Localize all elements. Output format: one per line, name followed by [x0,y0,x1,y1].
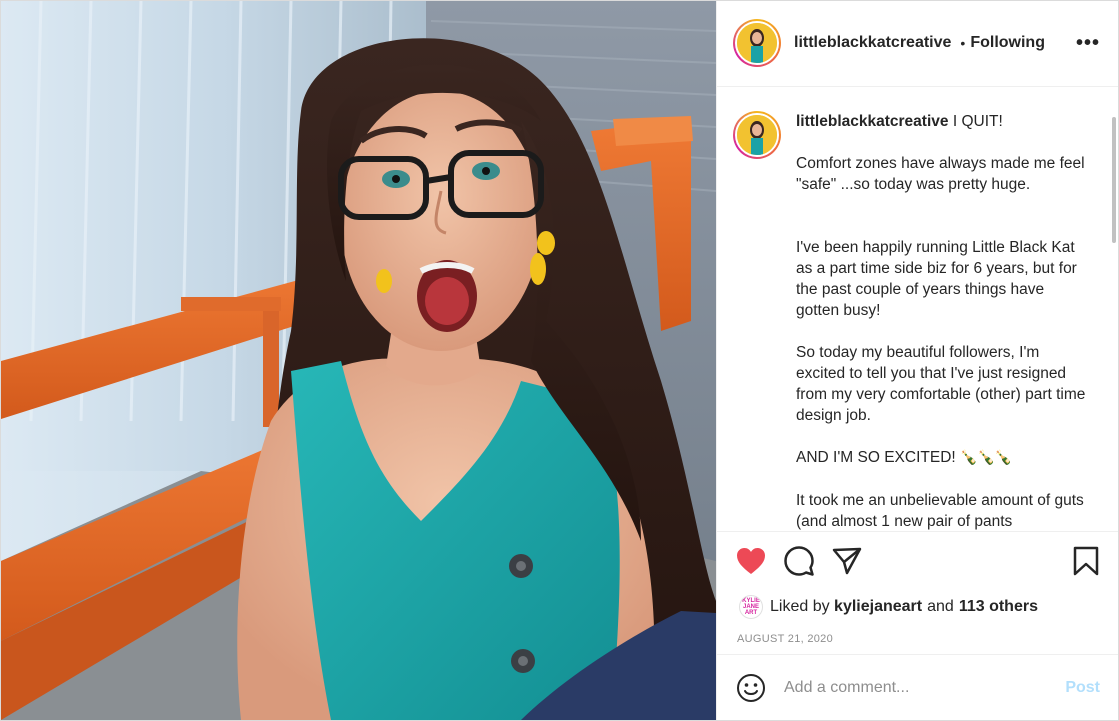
likes-prefix: Liked by [770,598,830,616]
bookmark-icon [1073,546,1099,576]
comment-input[interactable] [784,678,1066,697]
liker-avatar-text: KYLIE JANE ART [742,598,760,617]
caption-line-1: I QUIT! [952,112,1003,130]
caption-scrollbar[interactable] [1112,116,1116,243]
post-comment-button[interactable]: Post [1065,679,1100,697]
post-date[interactable]: AUGUST 21, 2020 [717,624,1118,654]
author-avatar-image [737,23,777,64]
comment-button[interactable] [783,545,815,577]
share-icon [832,547,862,575]
liker-username[interactable]: kyliejaneart [834,598,922,616]
caption-avatar-image [737,114,777,155]
author-avatar-ring[interactable] [733,19,781,68]
save-button[interactable] [1070,545,1102,577]
caption-avatar[interactable] [735,112,779,157]
following-button[interactable]: Following [970,34,1045,52]
author-avatar[interactable] [735,21,779,66]
instagram-post: littleblackkatcreative • Following ••• l… [0,0,1119,721]
caption-paragraph: So today my beautiful followers, I'm exc… [796,343,1086,424]
like-button[interactable] [735,545,767,577]
comment-icon [784,546,814,576]
post-image[interactable] [1,1,716,720]
emoji-picker-icon[interactable] [736,673,766,703]
author-username[interactable]: littleblackkatcreative [794,34,951,52]
post-side-panel: littleblackkatcreative • Following ••• l… [716,1,1118,720]
heart-icon [737,548,765,575]
share-button[interactable] [831,545,863,577]
caption-avatar-ring[interactable] [733,110,781,159]
caption-area[interactable]: littleblackkatcreative I QUIT! Comfort z… [717,87,1118,531]
caption-username[interactable]: littleblackkatcreative [796,113,949,130]
likes-others-link[interactable]: 113 others [959,598,1038,616]
header-separator: • [960,35,966,52]
comment-box: Post [717,654,1118,720]
champagne-emoji: 🍾🍾🍾 [960,449,1013,466]
caption-paragraph: It took me an unbelievable amount of gut… [796,491,1084,530]
caption-paragraph: I've been happily running Little Black K… [796,238,1077,319]
post-actions [717,530,1118,591]
liker-avatar[interactable]: KYLIE JANE ART [739,595,763,620]
post-photo [1,1,716,720]
caption-paragraph: AND I'M SO EXCITED! [796,448,956,466]
more-options-icon[interactable]: ••• [1076,32,1100,55]
likes-summary: KYLIE JANE ART Liked by kyliejaneart and… [717,590,1118,624]
caption-paragraph: Comfort zones have always made me feel "… [796,154,1085,193]
likes-and: and [927,598,954,616]
post-header: littleblackkatcreative • Following ••• [717,1,1118,87]
caption-text: littleblackkatcreative I QUIT! Comfort z… [796,111,1086,531]
